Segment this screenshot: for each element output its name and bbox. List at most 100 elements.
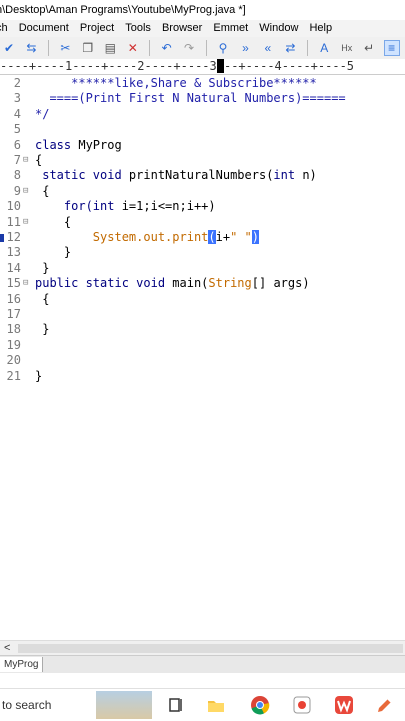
gutter-line: 16 <box>0 292 28 307</box>
menu-item-tools[interactable]: Tools <box>125 20 151 37</box>
window-title: h\Desktop\Aman Programs\Youtube\MyProg.j… <box>0 0 405 20</box>
find-icon[interactable]: ⚲ <box>215 40 231 56</box>
menu-item-browser[interactable]: Browser <box>162 20 202 37</box>
code-line: ====(Print First N Natural Numbers)=====… <box>35 91 346 106</box>
cut-icon[interactable]: ✂ <box>57 40 73 56</box>
identifier: MyProg <box>71 137 122 152</box>
menu-item-emmet[interactable]: Emmet <box>213 20 248 37</box>
gutter-line: 8 <box>0 168 28 183</box>
brace: } <box>35 245 72 260</box>
code-line: { <box>35 153 42 168</box>
delete-icon[interactable]: ✕ <box>125 40 141 56</box>
line-number: 8 <box>13 168 21 183</box>
scroll-thumb[interactable] <box>18 644 403 653</box>
code-line: class MyProg <box>35 138 122 153</box>
fold-icon[interactable]: ⊟ <box>23 184 28 199</box>
wrap-icon[interactable]: ↵ <box>361 40 377 56</box>
gutter-line: 19 <box>0 338 28 353</box>
ruler-marks: ----+----1----+----2----+----3 <box>0 59 217 73</box>
toolbar-separator <box>149 40 151 56</box>
line-number: 18 <box>6 322 21 337</box>
gutter-line: 9 ⊟ <box>0 184 29 199</box>
file-explorer-icon[interactable] <box>206 695 226 715</box>
comment-text: ====(Print First N Natural Numbers)=====… <box>35 91 346 106</box>
check-icon[interactable]: ✔ <box>1 40 17 56</box>
menu-item-document[interactable]: Document <box>19 20 69 37</box>
identifier: i=1;i<=n;i++) <box>114 199 216 214</box>
gutter-line: 14 <box>0 261 28 276</box>
copy-icon[interactable]: ❐ <box>80 40 96 56</box>
menu-item-project[interactable]: Project <box>80 20 114 37</box>
gutter-line: 10 <box>0 199 28 214</box>
code-line: System.out.print(i+" ") <box>35 230 260 245</box>
taskbar: e to search <box>0 688 405 721</box>
gutter-line: 13 <box>0 245 28 260</box>
fold-icon[interactable]: ⊟ <box>23 153 28 168</box>
paste-icon[interactable]: ▤ <box>102 40 118 56</box>
keyword: for( <box>35 199 93 214</box>
code-line: } <box>35 261 49 276</box>
gutter-line: 4 <box>0 107 28 122</box>
code-line: static void printNaturalNumbers(int n) <box>35 168 317 183</box>
line-number: 10 <box>6 199 21 214</box>
gutter-line: 6 <box>0 138 28 153</box>
font-icon[interactable]: A <box>316 40 332 56</box>
brace: { <box>35 291 50 306</box>
line-number: 19 <box>6 337 21 352</box>
code-line: { <box>35 184 49 199</box>
chrome-icon[interactable] <box>250 695 270 715</box>
lines-icon[interactable]: ≡ <box>383 40 400 56</box>
line-number: 3 <box>13 91 21 106</box>
find-prev-icon[interactable]: « <box>260 40 276 56</box>
menu-item-search[interactable]: ch <box>0 20 8 37</box>
toolbar-separator <box>205 40 207 56</box>
gutter-line: 7 ⊟ <box>0 153 29 168</box>
taskbar-search[interactable]: e to search <box>0 689 51 721</box>
brace: { <box>35 214 72 229</box>
gutter-line: 20 <box>0 353 28 368</box>
redo-icon[interactable]: ↷ <box>181 40 197 56</box>
task-view-icon[interactable] <box>166 695 186 715</box>
pen-app-icon[interactable] <box>375 695 395 715</box>
code-line: } <box>35 245 71 260</box>
code-editor[interactable]: 2 3 4 5 6 7 ⊟ 8 9 ⊟ 10 11 ⊟ 12 13 14 15 ⊟ 16… <box>0 76 405 636</box>
scroll-left-icon[interactable]: < <box>4 641 10 656</box>
menu-item-help[interactable]: Help <box>309 20 332 37</box>
code-line: ******like,Share & Subscribe****** <box>35 76 317 91</box>
identifier: n) <box>295 168 317 183</box>
file-tab-myprog[interactable]: MyProg <box>0 657 44 672</box>
line-number: 17 <box>6 307 21 321</box>
brace: } <box>35 260 50 275</box>
toggle-icon[interactable]: ⇆ <box>23 40 39 56</box>
line-number: 12 <box>6 230 21 244</box>
wps-office-icon[interactable] <box>334 695 354 715</box>
identifier: .out.print <box>136 230 209 244</box>
hex-icon[interactable]: Hx <box>339 40 355 56</box>
replace-icon[interactable]: ⇄ <box>282 40 298 56</box>
undo-icon[interactable]: ↶ <box>159 40 175 56</box>
line-number: 5 <box>13 122 21 137</box>
gutter-line: 2 <box>0 76 28 91</box>
menu-item-window[interactable]: Window <box>259 20 298 37</box>
gutter-line: 15 ⊟ <box>0 276 29 291</box>
gutter-line: 12 <box>0 230 28 245</box>
gutter-line: 17 <box>0 307 28 322</box>
comment-text: ******like,Share & Subscribe****** <box>35 76 317 90</box>
horizontal-scrollbar[interactable]: < <box>0 640 405 656</box>
toolbar-separator <box>47 40 49 56</box>
keyword: class <box>35 137 72 152</box>
toolbar: ✔ ⇆ ✂ ❐ ▤ ✕ ↶ ↷ ⚲ » « ⇄ A Hx ↵ ≡ # ⚙ ▣ ◫ <box>0 37 405 60</box>
fold-icon[interactable]: ⊟ <box>23 276 28 291</box>
find-next-icon[interactable]: » <box>237 40 253 56</box>
class-name: String <box>208 276 252 291</box>
code-line: } <box>35 369 42 384</box>
ruler-cursor: - <box>216 59 224 73</box>
keyword: int <box>273 168 296 183</box>
fold-icon[interactable]: ⊟ <box>23 215 28 230</box>
app-icon[interactable] <box>292 695 312 715</box>
bracket-highlight: ( <box>208 230 216 244</box>
line-number: 6 <box>13 137 21 152</box>
identifier: [] args) <box>251 276 310 291</box>
code-line: { <box>35 215 71 230</box>
line-number: 2 <box>13 76 21 90</box>
